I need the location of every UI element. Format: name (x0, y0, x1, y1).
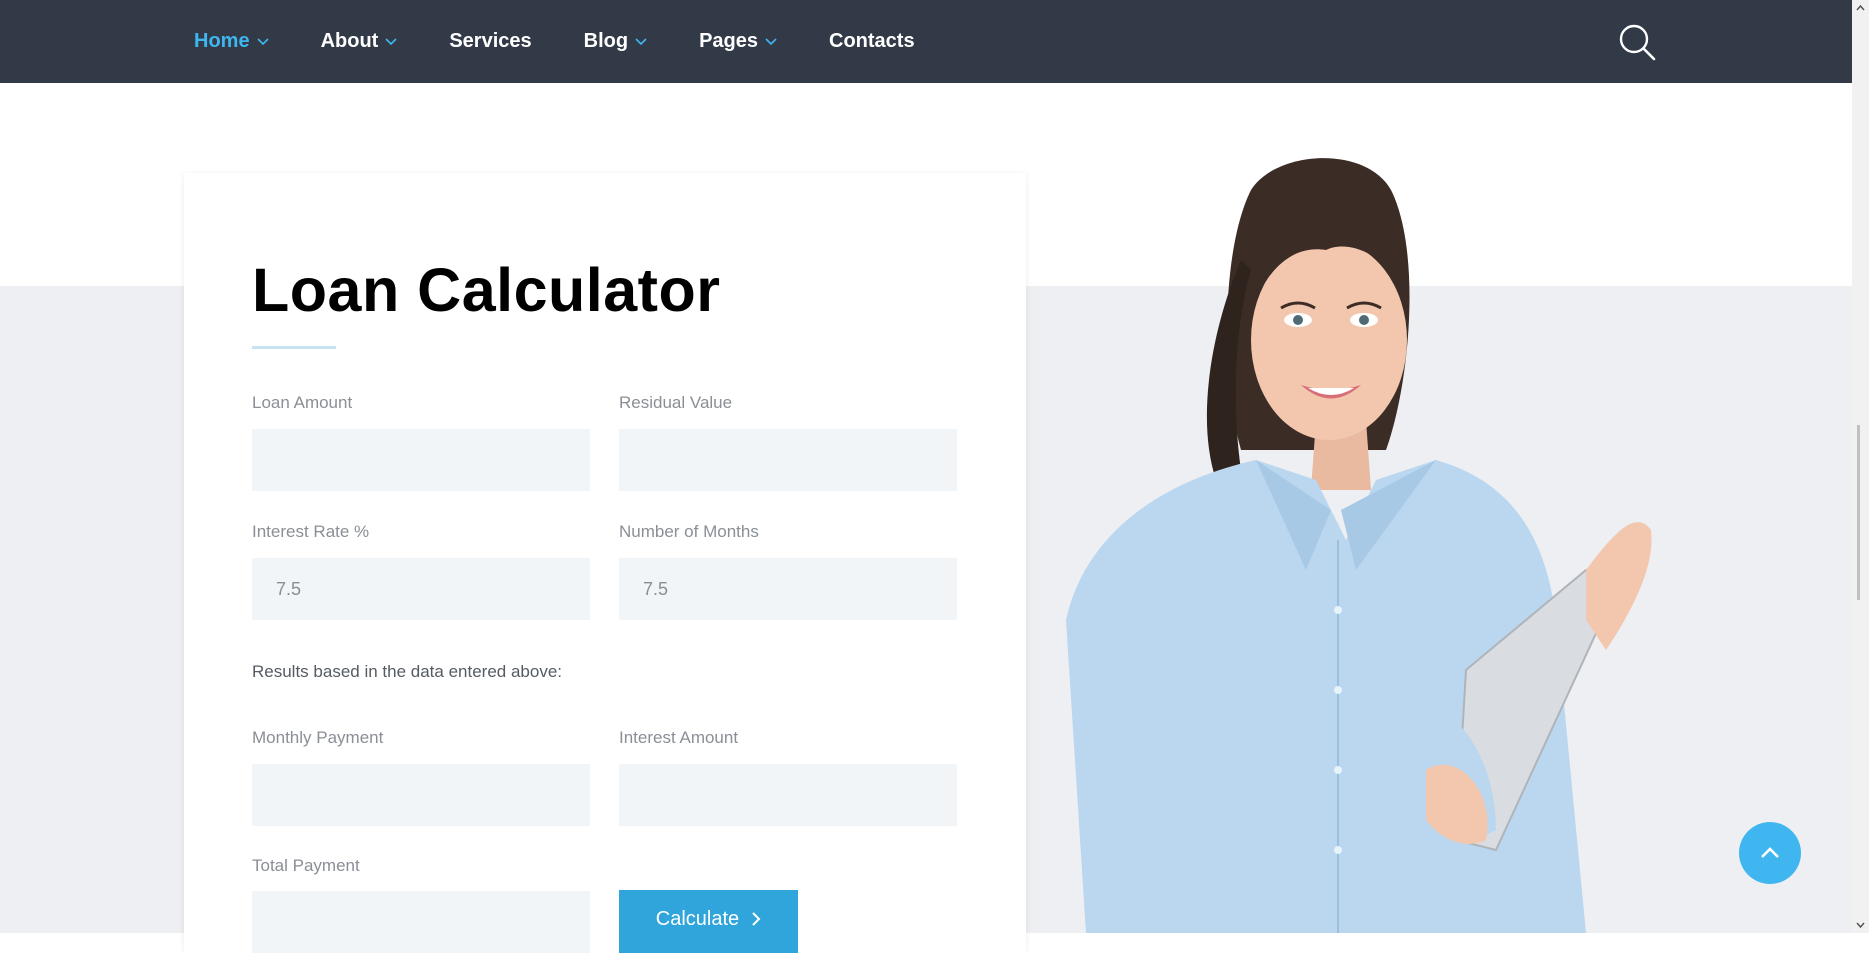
back-to-top-button[interactable] (1739, 822, 1801, 884)
chevron-down-icon (765, 37, 777, 45)
nav-item-about[interactable]: About (321, 30, 398, 53)
title-divider (252, 346, 336, 349)
monthly-payment-field[interactable] (252, 764, 590, 826)
loan-amount-input[interactable] (252, 429, 590, 491)
interest-amount-label: Interest Amount (619, 728, 739, 747)
main-nav: Home About Services Blog Pages Contacts (194, 0, 967, 83)
chevron-down-icon (385, 37, 397, 45)
monthly-payment-label: Monthly Payment (252, 728, 384, 747)
chevron-down-icon (635, 37, 647, 45)
business-woman-image (1066, 158, 1652, 933)
total-payment-label: Total Payment (252, 856, 360, 875)
residual-value-label: Residual Value (619, 393, 733, 412)
chevron-right-icon (752, 912, 761, 926)
interest-amount-field[interactable] (619, 764, 957, 826)
results-caption: Results based in the data entered above: (252, 662, 562, 681)
nav-services-label: Services (449, 30, 532, 52)
interest-rate-label: Interest Rate % (252, 522, 370, 541)
scroll-up-arrow-icon[interactable] (1852, 0, 1869, 17)
interest-rate-input[interactable] (252, 558, 590, 620)
nav-contacts-label: Contacts (829, 30, 915, 52)
calculate-label: Calculate (655, 908, 740, 930)
page-title: Loan Calculator (252, 256, 721, 324)
nav-item-blog[interactable]: Blog (584, 30, 647, 53)
nav-item-home[interactable]: Home (194, 30, 269, 53)
page-scrollbar[interactable] (1852, 0, 1869, 933)
loan-calculator-card: Loan Calculator Loan Amount Residual Val… (184, 173, 1026, 953)
nav-blog-label: Blog (583, 30, 629, 52)
loan-amount-label: Loan Amount (252, 393, 353, 412)
nav-item-pages[interactable]: Pages (699, 30, 777, 53)
search-icon[interactable] (1617, 22, 1657, 62)
nav-about-label: About (320, 30, 379, 52)
number-of-months-input[interactable] (619, 558, 957, 620)
chevron-up-icon (1761, 847, 1779, 858)
scroll-down-arrow-icon[interactable] (1852, 916, 1869, 933)
number-of-months-label: Number of Months (619, 522, 759, 541)
nav-pages-label: Pages (699, 30, 759, 52)
chevron-down-icon (257, 37, 269, 45)
nav-item-contacts[interactable]: Contacts (829, 30, 915, 53)
calculate-button[interactable]: Calculate (619, 890, 798, 953)
nav-item-services[interactable]: Services (449, 30, 531, 53)
scrollbar-thumb[interactable] (1857, 425, 1860, 600)
top-navbar: Home About Services Blog Pages Contacts (0, 0, 1852, 83)
nav-home-label: Home (194, 30, 250, 52)
residual-value-input[interactable] (619, 429, 957, 491)
total-payment-field[interactable] (252, 891, 590, 953)
